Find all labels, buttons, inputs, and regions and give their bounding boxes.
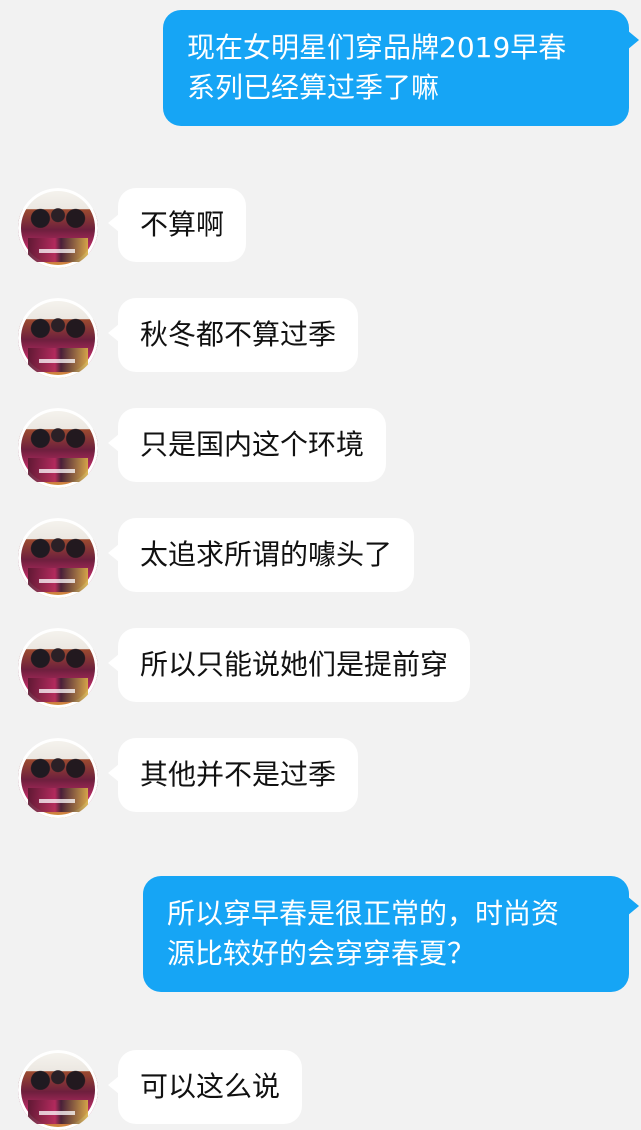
message-text: 其他并不是过季 — [140, 758, 337, 791]
message-text: 秋冬都不算过季 — [140, 318, 337, 351]
message-text: 可以这么说 — [140, 1070, 281, 1103]
message-text: 所以穿早春是很正常的，时尚资 源比较好的会穿穿春夏？ — [167, 897, 560, 970]
message-incoming: 所以只能说她们是提前穿 — [18, 628, 471, 708]
message-incoming: 太追求所谓的噱头了 — [18, 518, 415, 598]
chat-conversation: 现在女明星们穿品牌2019早春 系列已经算过季了嘛 不算啊 秋冬都不算过季 只是… — [0, 0, 641, 1130]
message-text: 不算啊 — [140, 208, 225, 241]
message-incoming: 只是国内这个环境 — [18, 408, 387, 488]
message-bubble-incoming[interactable]: 可以这么说 — [107, 1050, 303, 1124]
message-outgoing: 所以穿早春是很正常的，时尚资 源比较好的会穿穿春夏？ — [143, 876, 639, 992]
message-bubble-incoming[interactable]: 不算啊 — [107, 188, 247, 262]
contact-avatar[interactable] — [18, 298, 98, 378]
message-incoming: 秋冬都不算过季 — [18, 298, 359, 378]
message-text: 只是国内这个环境 — [140, 428, 365, 461]
message-bubble-incoming[interactable]: 所以只能说她们是提前穿 — [107, 628, 471, 702]
message-incoming: 可以这么说 — [18, 1050, 303, 1130]
contact-avatar[interactable] — [18, 1050, 98, 1130]
message-bubble-incoming[interactable]: 只是国内这个环境 — [107, 408, 387, 482]
message-bubble-incoming[interactable]: 其他并不是过季 — [107, 738, 359, 812]
message-text: 现在女明星们穿品牌2019早春 系列已经算过季了嘛 — [187, 31, 567, 104]
message-incoming: 不算啊 — [18, 188, 247, 268]
contact-avatar[interactable] — [18, 408, 98, 488]
message-text: 所以只能说她们是提前穿 — [140, 648, 449, 681]
contact-avatar[interactable] — [18, 518, 98, 598]
message-bubble-incoming[interactable]: 太追求所谓的噱头了 — [107, 518, 415, 592]
message-incoming: 其他并不是过季 — [18, 738, 359, 818]
message-text: 太追求所谓的噱头了 — [140, 538, 393, 571]
message-bubble-incoming[interactable]: 秋冬都不算过季 — [107, 298, 359, 372]
contact-avatar[interactable] — [18, 628, 98, 708]
contact-avatar[interactable] — [18, 738, 98, 818]
message-bubble-outgoing[interactable]: 所以穿早春是很正常的，时尚资 源比较好的会穿穿春夏？ — [143, 876, 639, 992]
message-outgoing: 现在女明星们穿品牌2019早春 系列已经算过季了嘛 — [163, 10, 639, 126]
contact-avatar[interactable] — [18, 188, 98, 268]
message-bubble-outgoing[interactable]: 现在女明星们穿品牌2019早春 系列已经算过季了嘛 — [163, 10, 639, 126]
